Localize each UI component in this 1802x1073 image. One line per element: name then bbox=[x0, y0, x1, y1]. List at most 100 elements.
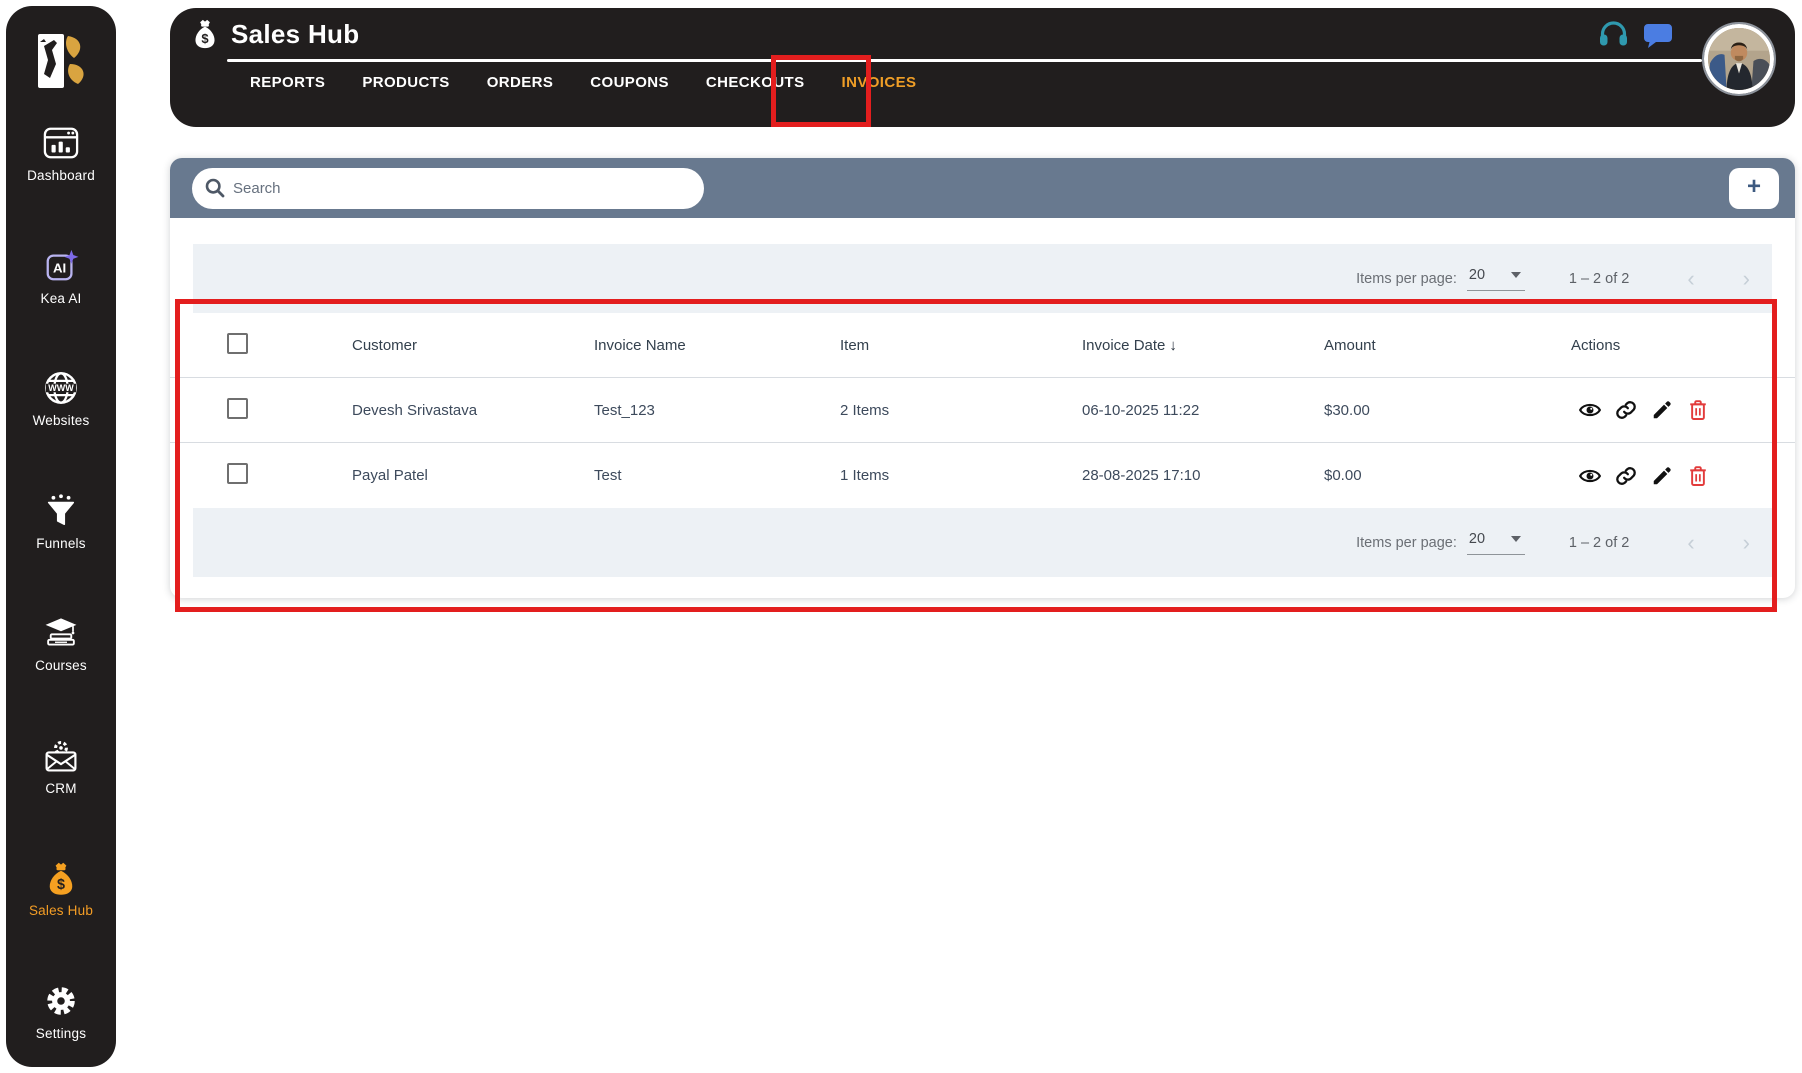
row-checkbox[interactable] bbox=[227, 397, 248, 419]
sidebar-item-websites[interactable]: WWW Websites bbox=[6, 369, 116, 428]
add-invoice-button[interactable]: + bbox=[1729, 167, 1779, 209]
edit-icon[interactable] bbox=[1651, 465, 1673, 487]
sidebar-item-label: Settings bbox=[35, 1025, 87, 1041]
sidebar-item-label: Courses bbox=[35, 658, 87, 674]
money-bag-icon: $ bbox=[195, 19, 215, 49]
pagination-bottom: Items per page: 20 1 – 2 of 2 ‹ › bbox=[193, 508, 1772, 577]
kea-logo[interactable] bbox=[30, 30, 92, 94]
svg-text:$: $ bbox=[201, 31, 209, 46]
cell-item: 2 Items bbox=[840, 401, 890, 419]
search-input[interactable] bbox=[192, 167, 704, 209]
table-header-row: Customer Invoice Name Item Invoice Date ↓… bbox=[170, 313, 1795, 378]
sidebar-item-label: Funnels bbox=[36, 535, 86, 551]
svg-text:$: $ bbox=[57, 877, 65, 893]
tab-invoices[interactable]: INVOICES bbox=[840, 70, 919, 95]
cell-amount: $0.00 bbox=[1324, 467, 1362, 484]
sidebar-item-label: Websites bbox=[32, 413, 90, 429]
svg-text:WWW: WWW bbox=[48, 383, 74, 393]
cell-invoice-date: 28-08-2025 17:10 bbox=[1082, 467, 1201, 484]
cell-invoice-name: Test bbox=[594, 467, 622, 484]
next-page-button[interactable]: › bbox=[1737, 531, 1756, 554]
tab-products[interactable]: PRODUCTS bbox=[360, 70, 451, 95]
kea-ai-icon: AI bbox=[42, 247, 80, 285]
items-per-page-select[interactable]: 20 bbox=[1466, 530, 1525, 555]
headset-icon[interactable] bbox=[1598, 21, 1629, 49]
sidebar-item-label: Dashboard bbox=[27, 168, 95, 183]
sort-desc-icon: ↓ bbox=[1169, 336, 1177, 354]
dashboard-icon bbox=[42, 124, 80, 162]
sidebar-item-label: Sales Hub bbox=[28, 903, 94, 919]
next-page-button[interactable]: › bbox=[1737, 267, 1756, 290]
sidebar-nav: Dashboard AI Kea AI WWW Websites Funnels Cours… bbox=[6, 94, 116, 1067]
copy-link-icon[interactable] bbox=[1615, 465, 1637, 487]
sidebar-item-settings[interactable]: Settings bbox=[6, 982, 116, 1041]
sidebar-item-crm[interactable]: CRM bbox=[6, 737, 116, 796]
sidebar-item-courses[interactable]: Courses bbox=[6, 614, 116, 673]
sidebar-item-label: CRM bbox=[45, 780, 77, 796]
select-all-checkbox[interactable] bbox=[227, 332, 248, 354]
sidebar-item-funnels[interactable]: Funnels bbox=[6, 492, 116, 551]
tab-checkouts[interactable]: CHECKOUTS bbox=[704, 70, 807, 95]
funnels-icon bbox=[42, 492, 80, 530]
items-per-page-label: Items per page: bbox=[1356, 270, 1457, 287]
chat-icon[interactable] bbox=[1643, 23, 1673, 49]
items-per-page-value: 20 bbox=[1468, 266, 1486, 283]
avatar[interactable] bbox=[1702, 22, 1776, 96]
topbar: $ Sales Hub REPORTS PRODUCTS ORDERS COUPONS… bbox=[170, 8, 1795, 127]
search-wrap bbox=[192, 167, 704, 209]
items-per-page-select[interactable]: 20 bbox=[1466, 266, 1525, 291]
column-header-invoice-date[interactable]: Invoice Date ↓ bbox=[1082, 337, 1324, 354]
cell-item: 1 Items bbox=[840, 467, 890, 484]
cell-actions bbox=[1571, 399, 1795, 421]
search-toolbar: + bbox=[170, 158, 1795, 218]
column-header-item[interactable]: Item bbox=[840, 337, 1082, 354]
crm-icon bbox=[42, 737, 80, 775]
delete-icon[interactable] bbox=[1687, 465, 1709, 487]
column-header-invoice-name[interactable]: Invoice Name bbox=[594, 337, 840, 354]
tab-reports[interactable]: REPORTS bbox=[248, 70, 327, 95]
view-icon[interactable] bbox=[1579, 399, 1601, 421]
cell-actions bbox=[1571, 465, 1795, 487]
sidebar-item-label: Kea AI bbox=[40, 290, 82, 306]
items-per-page-label: Items per page: bbox=[1356, 534, 1457, 551]
sidebar-item-kea-ai[interactable]: AI Kea AI bbox=[6, 247, 116, 306]
sidebar: Dashboard AI Kea AI WWW Websites Funnels Cours… bbox=[6, 6, 116, 1067]
items-per-page-value: 20 bbox=[1468, 530, 1486, 547]
view-icon[interactable] bbox=[1579, 465, 1601, 487]
pagination-top: Items per page: 20 1 – 2 of 2 ‹ › bbox=[193, 244, 1772, 313]
title-divider bbox=[227, 59, 1702, 62]
column-header-customer[interactable]: Customer bbox=[352, 337, 594, 354]
row-checkbox[interactable] bbox=[227, 463, 248, 484]
sales-hub-page: Dashboard AI Kea AI WWW Websites Funnels Cours… bbox=[0, 0, 1802, 1073]
edit-icon[interactable] bbox=[1651, 399, 1673, 421]
prev-page-button[interactable]: ‹ bbox=[1681, 531, 1700, 554]
page-title: Sales Hub bbox=[231, 18, 360, 49]
column-header-amount[interactable]: Amount bbox=[1324, 337, 1571, 354]
topbar-head: $ Sales Hub bbox=[192, 18, 359, 50]
table-body: Devesh Srivastava Test_123 2 Items 06-10-20… bbox=[170, 378, 1795, 508]
chevron-down-icon bbox=[1510, 535, 1521, 542]
prev-page-button[interactable]: ‹ bbox=[1681, 267, 1700, 290]
tab-orders[interactable]: ORDERS bbox=[485, 70, 556, 95]
copy-link-icon[interactable] bbox=[1615, 399, 1637, 421]
page-range-label: 1 – 2 of 2 bbox=[1568, 270, 1630, 287]
courses-icon bbox=[42, 614, 80, 652]
search-icon bbox=[205, 178, 225, 197]
tab-coupons[interactable]: COUPONS bbox=[588, 70, 671, 95]
sidebar-item-dashboard[interactable]: Dashboard bbox=[6, 124, 116, 183]
cell-customer: Devesh Srivastava bbox=[352, 401, 478, 419]
cell-customer: Payal Patel bbox=[352, 467, 428, 484]
chevron-down-icon bbox=[1510, 271, 1521, 278]
sidebar-item-sales-hub[interactable]: $ Sales Hub bbox=[6, 859, 116, 918]
sales-hub-icon: $ bbox=[42, 859, 80, 897]
svg-text:AI: AI bbox=[53, 260, 66, 275]
cell-amount: $30.00 bbox=[1324, 401, 1370, 419]
websites-icon: WWW bbox=[42, 369, 80, 407]
settings-icon bbox=[42, 982, 80, 1020]
table-row: Payal Patel Test 1 Items 28-08-2025 17:10 $0… bbox=[170, 443, 1795, 508]
header-tabs: REPORTS PRODUCTS ORDERS COUPONS CHECKOUTS INV… bbox=[248, 70, 918, 95]
cell-invoice-date: 06-10-2025 11:22 bbox=[1082, 401, 1200, 419]
invoices-panel: + Items per page: 20 1 – 2 of 2 ‹ › Cust… bbox=[170, 158, 1795, 598]
delete-icon[interactable] bbox=[1687, 399, 1709, 421]
page-range-label: 1 – 2 of 2 bbox=[1568, 534, 1630, 551]
